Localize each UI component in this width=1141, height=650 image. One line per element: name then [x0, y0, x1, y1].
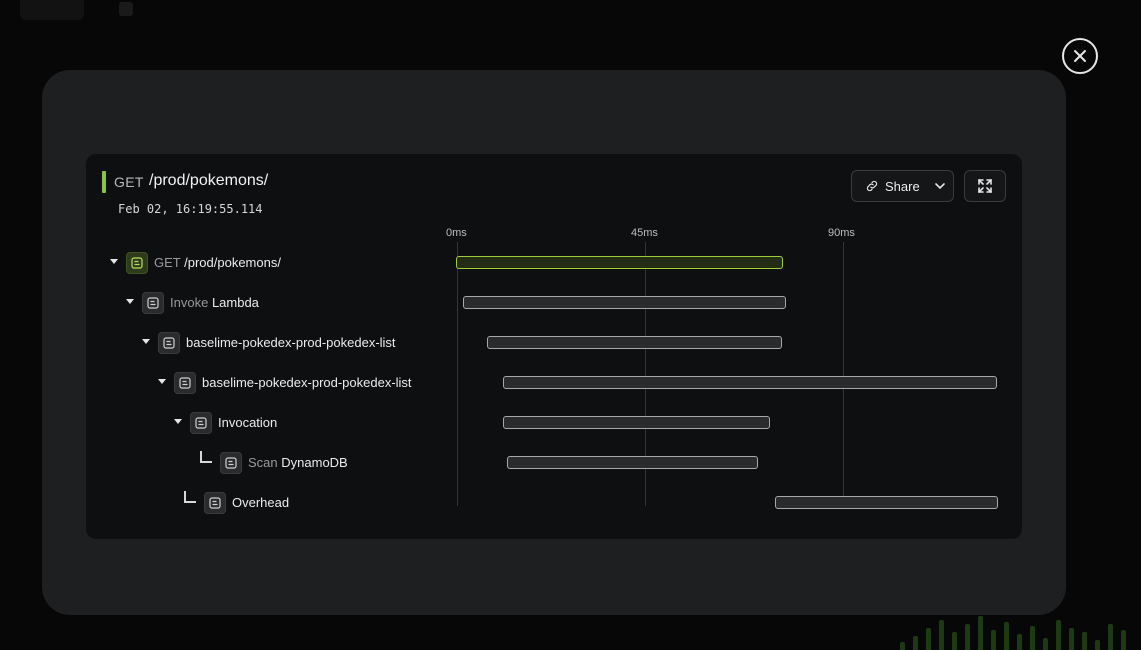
- close-icon: [1074, 50, 1086, 62]
- span-name: DynamoDB: [281, 455, 348, 470]
- span-row[interactable]: Invoke Lambda: [86, 292, 516, 316]
- span-icon: [174, 372, 196, 394]
- span-bar[interactable]: [503, 416, 770, 429]
- grid-line-2: [843, 242, 844, 506]
- span-name: baselime-pokedex-prod-pokedex-list: [186, 335, 396, 350]
- span-label: baselime-pokedex-prod-pokedex-list: [202, 375, 412, 390]
- collapse-caret[interactable]: [142, 339, 150, 344]
- span-bar[interactable]: [775, 496, 998, 509]
- span-label: Invocation: [218, 415, 277, 430]
- span-row[interactable]: Overhead: [86, 491, 516, 516]
- trace-timestamp: Feb 02, 16:19:55.114: [118, 202, 263, 216]
- span-row[interactable]: baselime-pokedex-prod-pokedex-list: [86, 372, 516, 396]
- trace-path: /prod/pokemons/: [149, 172, 269, 189]
- tick-label-1: 45ms: [631, 227, 658, 239]
- tick-label-2: 90ms: [828, 227, 855, 239]
- span-bar[interactable]: [507, 456, 758, 469]
- close-button[interactable]: [1062, 38, 1098, 74]
- span-icon: [220, 452, 242, 474]
- span-bar[interactable]: [487, 336, 782, 349]
- span-bar[interactable]: [456, 256, 783, 269]
- span-prefix: GET: [154, 255, 181, 270]
- collapse-caret[interactable]: [110, 259, 118, 264]
- share-label: Share: [885, 178, 920, 194]
- trace-method: GET: [114, 174, 144, 190]
- span-row[interactable]: Invocation: [86, 412, 516, 436]
- span-name: Overhead: [232, 495, 290, 510]
- tree-connector: [200, 451, 212, 463]
- collapse-caret[interactable]: [174, 419, 182, 424]
- method-accent-bar: [102, 171, 106, 193]
- span-icon: [126, 252, 148, 274]
- span-label: Scan DynamoDB: [248, 455, 348, 470]
- link-icon: [866, 180, 878, 192]
- expand-button[interactable]: [964, 170, 1006, 202]
- collapse-caret[interactable]: [126, 299, 134, 304]
- span-bar[interactable]: [463, 296, 786, 309]
- span-icon: [142, 292, 164, 314]
- span-prefix: Scan: [248, 455, 278, 470]
- chevron-down-icon: [934, 183, 945, 190]
- span-row[interactable]: GET /prod/pokemons/: [86, 252, 516, 276]
- collapse-caret[interactable]: [158, 379, 166, 384]
- span-icon: [204, 492, 226, 514]
- share-button[interactable]: Share: [851, 170, 954, 202]
- span-label: Overhead: [232, 495, 289, 510]
- span-bar[interactable]: [503, 376, 997, 389]
- trace-panel: GET /prod/pokemons/ Feb 02, 16:19:55.114…: [86, 154, 1022, 539]
- span-name: baselime-pokedex-prod-pokedex-list: [202, 375, 412, 390]
- span-icon: [158, 332, 180, 354]
- trace-modal: GET /prod/pokemons/ Feb 02, 16:19:55.114…: [42, 70, 1066, 615]
- span-row[interactable]: baselime-pokedex-prod-pokedex-list: [86, 332, 516, 356]
- expand-icon: [978, 179, 992, 193]
- span-prefix: Invoke: [170, 295, 209, 310]
- span-row[interactable]: Scan DynamoDB: [86, 451, 516, 476]
- span-label: GET /prod/pokemons/: [154, 255, 281, 270]
- span-name: Lambda: [211, 295, 259, 310]
- modal-overlay: GET /prod/pokemons/ Feb 02, 16:19:55.114…: [0, 0, 1141, 650]
- tick-label-0: 0ms: [446, 227, 467, 239]
- span-icon: [190, 412, 212, 434]
- span-name: Invocation: [218, 415, 278, 430]
- span-name: /prod/pokemons/: [184, 255, 281, 270]
- span-label: Invoke Lambda: [170, 295, 259, 310]
- span-label: baselime-pokedex-prod-pokedex-list: [186, 335, 396, 350]
- tree-connector: [184, 491, 196, 503]
